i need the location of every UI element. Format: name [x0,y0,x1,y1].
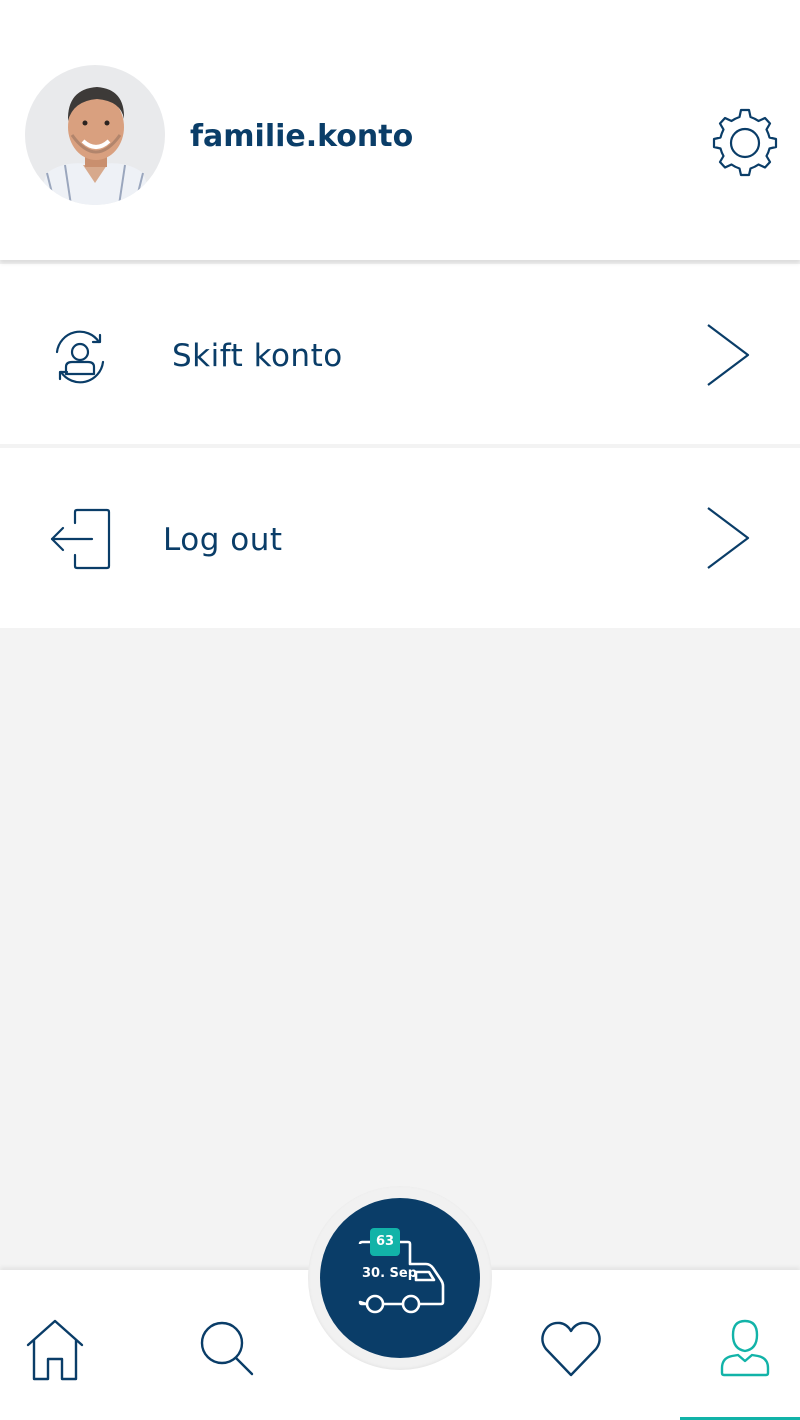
search-icon [200,1321,254,1376]
settings-button[interactable] [708,106,782,180]
logout-item[interactable]: Log out [0,448,800,628]
gear-icon [712,108,778,177]
avatar [25,65,165,205]
switch-account-item[interactable]: Skift konto [0,264,800,444]
heart-icon [541,1321,601,1377]
home-icon [26,1319,84,1381]
chevron-right-icon [704,505,752,571]
delivery-date: 30. Sep [362,1266,418,1281]
switch-account-label: Skift konto [172,338,343,374]
profile-icon [720,1319,770,1377]
chevron-right-icon [704,322,752,388]
switch-account-icon [45,322,115,392]
nav-profile-button[interactable] [710,1315,780,1385]
nav-search-button[interactable] [192,1315,262,1385]
nav-home-button[interactable] [20,1315,90,1385]
nav-favorites-button[interactable] [536,1315,606,1385]
delivery-count-badge: 63 [370,1228,400,1256]
username: familie.konto [190,119,414,154]
delivery-button[interactable]: 63 30. Sep [320,1198,480,1358]
logout-label: Log out [163,522,283,558]
logout-icon [45,505,115,575]
profile-header: familie.konto [0,0,800,260]
